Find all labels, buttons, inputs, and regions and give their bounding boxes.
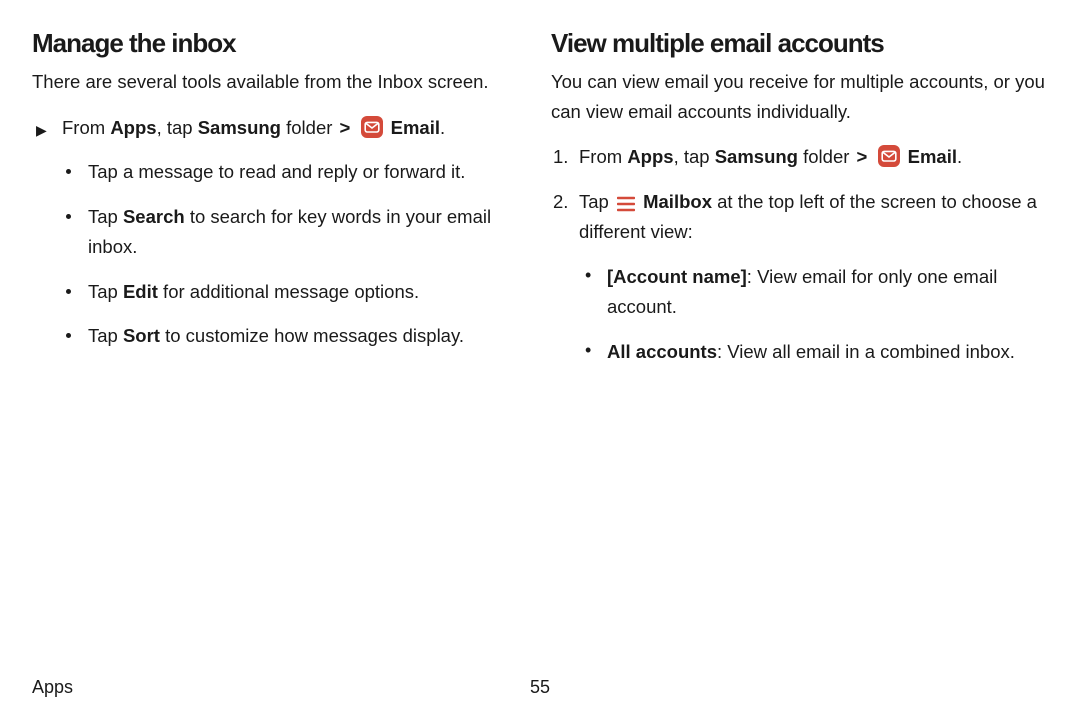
text: From xyxy=(579,146,627,167)
text: folder xyxy=(281,117,338,138)
text: . xyxy=(440,117,445,138)
right-step-2-text: Tap Mailbox at the top left of the scree… xyxy=(579,187,1050,248)
right-intro: You can view email you receive for multi… xyxy=(551,67,1050,126)
page-footer: Apps 55 xyxy=(0,677,1080,698)
account-name-word: [Account name] xyxy=(607,266,747,287)
email-word: Email xyxy=(908,146,957,167)
right-sub-2-text: All accounts: View all email in a combin… xyxy=(607,337,1050,368)
right-sub-1-text: [Account name]: View email for only one … xyxy=(607,262,1050,323)
bullet-icon: • xyxy=(585,262,607,323)
text: : View all email in a combined inbox. xyxy=(717,341,1015,362)
sort-word: Sort xyxy=(123,325,160,346)
left-heading: Manage the inbox xyxy=(32,28,531,59)
search-word: Search xyxy=(123,206,185,227)
email-icon xyxy=(878,145,900,167)
bullet-icon xyxy=(66,202,88,263)
samsung-word: Samsung xyxy=(198,117,281,138)
right-column: View multiple email accounts You can vie… xyxy=(551,28,1050,381)
left-sub-2-text: Tap Search to search for key words in yo… xyxy=(88,202,531,263)
left-step-1-text: From Apps, tap Samsung folder > Email. xyxy=(62,113,531,144)
text: . xyxy=(957,146,962,167)
text: Tap xyxy=(88,281,123,302)
bullet-icon xyxy=(66,321,88,352)
left-sub-4: Tap Sort to customize how messages displ… xyxy=(66,321,531,352)
left-intro: There are several tools available from t… xyxy=(32,67,531,97)
left-sub-4-text: Tap Sort to customize how messages displ… xyxy=(88,321,531,352)
left-sub-1-text: Tap a message to read and reply or forwa… xyxy=(88,157,531,188)
page-content: Manage the inbox There are several tools… xyxy=(0,0,1080,381)
chevron-right-icon: > xyxy=(855,146,870,167)
text: , tap xyxy=(157,117,198,138)
chevron-right-icon: > xyxy=(338,117,353,138)
right-sub-2: • All accounts: View all email in a comb… xyxy=(585,337,1050,368)
left-column: Manage the inbox There are several tools… xyxy=(32,28,531,381)
triangle-bullet-icon: ▶ xyxy=(36,113,62,144)
text: to customize how messages display. xyxy=(160,325,464,346)
apps-word: Apps xyxy=(627,146,673,167)
text: folder xyxy=(798,146,855,167)
text: From xyxy=(62,117,110,138)
bullet-icon: • xyxy=(585,337,607,368)
samsung-word: Samsung xyxy=(715,146,798,167)
left-sub-1: Tap a message to read and reply or forwa… xyxy=(66,157,531,188)
text: for additional message options. xyxy=(158,281,419,302)
right-heading: View multiple email accounts xyxy=(551,28,1050,59)
apps-word: Apps xyxy=(110,117,156,138)
footer-page-number: 55 xyxy=(530,677,550,698)
text: Tap xyxy=(88,206,123,227)
text: Tap xyxy=(579,191,614,212)
text: Tap xyxy=(88,325,123,346)
step-number-1: 1. xyxy=(553,142,579,173)
hamburger-menu-icon xyxy=(617,196,635,212)
right-sub-1: • [Account name]: View email for only on… xyxy=(585,262,1050,323)
right-step-1: 1. From Apps, tap Samsung folder > Email… xyxy=(553,142,1050,173)
email-icon xyxy=(361,116,383,138)
text: , tap xyxy=(674,146,715,167)
edit-word: Edit xyxy=(123,281,158,302)
footer-section-label: Apps xyxy=(32,677,73,698)
mailbox-word: Mailbox xyxy=(643,191,712,212)
left-sub-3: Tap Edit for additional message options. xyxy=(66,277,531,308)
right-step-1-text: From Apps, tap Samsung folder > Email. xyxy=(579,142,1050,173)
email-word: Email xyxy=(391,117,440,138)
bullet-icon xyxy=(66,277,88,308)
left-sub-2: Tap Search to search for key words in yo… xyxy=(66,202,531,263)
step-number-2: 2. xyxy=(553,187,579,248)
right-step-2: 2. Tap Mailbox at the top left of the sc… xyxy=(553,187,1050,248)
left-sub-3-text: Tap Edit for additional message options. xyxy=(88,277,531,308)
all-accounts-word: All accounts xyxy=(607,341,717,362)
bullet-icon xyxy=(66,157,88,188)
left-step-1: ▶ From Apps, tap Samsung folder > Email. xyxy=(36,113,531,144)
